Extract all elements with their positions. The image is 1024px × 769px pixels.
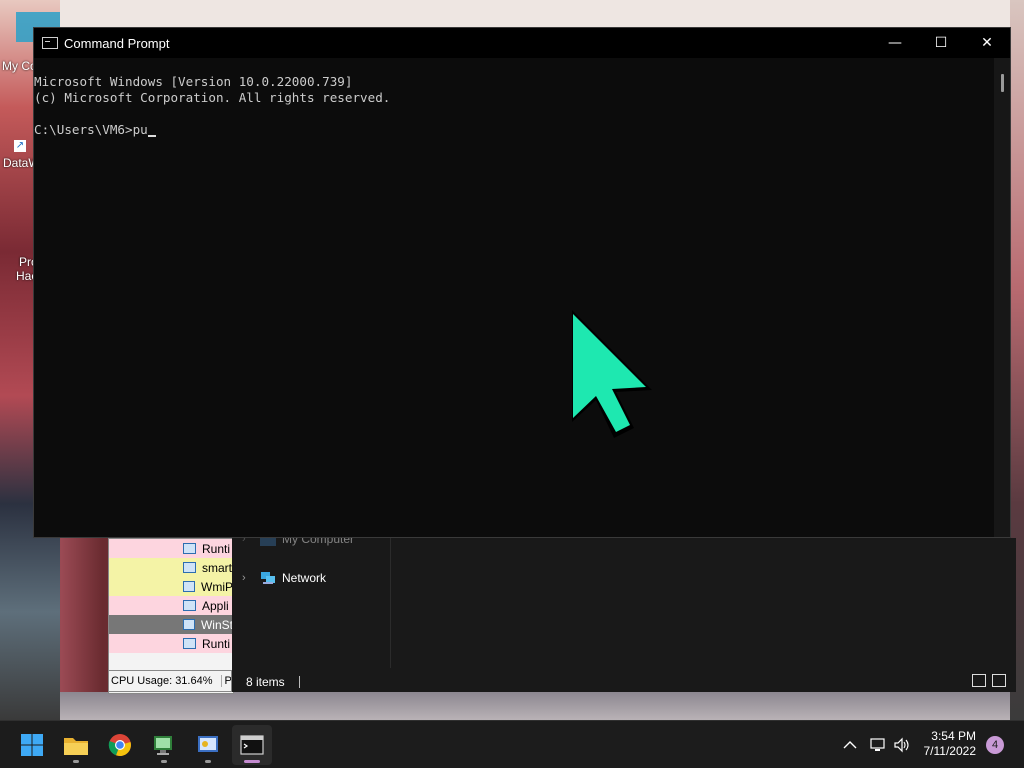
process-name: WinSt — [200, 617, 233, 632]
running-indicator — [205, 760, 211, 763]
process-icon — [183, 562, 196, 573]
process-icon — [183, 543, 196, 554]
process-icon — [183, 619, 195, 630]
command-prompt-taskbar-button[interactable] — [232, 725, 272, 765]
console-prompt-line[interactable]: C:\Users\VM6>pu — [34, 122, 994, 138]
taskbar-app-button[interactable] — [188, 725, 228, 765]
taskbar: 3:54 PM 7/11/2022 4 — [0, 720, 1024, 768]
file-explorer-button[interactable] — [56, 725, 96, 765]
console-line: (c) Microsoft Corporation. All rights re… — [34, 90, 391, 105]
process-name: smart — [202, 560, 232, 575]
process-icon — [183, 600, 196, 611]
console-output[interactable]: Microsoft Windows [Version 10.0.22000.73… — [34, 58, 994, 537]
minimize-icon: — — [888, 35, 902, 51]
running-indicator — [73, 760, 79, 763]
nav-item-network[interactable]: › Network — [242, 571, 326, 585]
gear-process-icon — [183, 581, 195, 592]
process-name: Runti — [202, 636, 231, 651]
taskbar-app-button[interactable] — [144, 725, 184, 765]
process-name: Runti — [202, 541, 231, 556]
start-button[interactable] — [12, 725, 52, 765]
running-indicator — [161, 760, 167, 763]
process-name: WmiP — [201, 579, 233, 594]
chevron-right-icon[interactable]: › — [242, 572, 260, 584]
large-icons-view-icon[interactable] — [992, 674, 1006, 687]
explorer-navigation-pane: › My Computer › Network — [232, 532, 391, 668]
network-icon — [870, 738, 885, 751]
notification-badge[interactable]: 4 — [986, 736, 1004, 754]
process-row[interactable]: Appli — [109, 596, 233, 615]
process-row[interactable]: Runti — [109, 539, 233, 558]
close-icon: ✕ — [981, 35, 993, 51]
cpu-usage-text: CPU Usage: 31.64% — [111, 675, 213, 687]
console-line: Microsoft Windows [Version 10.0.22000.73… — [34, 74, 353, 89]
title-bar[interactable]: Command Prompt — ☐ ✕ — [34, 28, 1010, 58]
prompt-input[interactable]: C:\Users\VM6>pu — [34, 122, 148, 137]
text-caret — [147, 135, 156, 137]
show-hidden-icons-button[interactable] — [840, 721, 860, 769]
clock-date: 7/11/2022 — [923, 744, 977, 758]
shortcut-arrow-icon: ↗ — [14, 140, 26, 152]
terminal-icon — [240, 735, 264, 755]
command-prompt-window[interactable]: Command Prompt — ☐ ✕ Microsoft Windows [… — [33, 27, 1011, 538]
window-title: Command Prompt — [64, 35, 170, 51]
chevron-up-icon — [843, 741, 857, 749]
close-button[interactable]: ✕ — [964, 28, 1010, 58]
status-separator — [298, 676, 300, 688]
desktop-icon-label: My Co — [2, 59, 37, 73]
vertical-scrollbar[interactable] — [994, 58, 1010, 537]
clock-time: 3:54 PM — [931, 729, 976, 743]
mouse-pointer-icon — [572, 310, 652, 438]
process-row[interactable]: smart — [109, 558, 233, 577]
process-row[interactable]: WmiP — [109, 577, 233, 596]
explorer-status-bar: 8 items — [232, 672, 1016, 692]
task-manager-status-bar: CPU Usage: 31.64% P — [108, 670, 232, 692]
active-indicator — [244, 760, 260, 763]
network-icon — [260, 571, 276, 585]
process-row[interactable]: Runti — [109, 634, 233, 653]
speaker-icon — [894, 737, 909, 753]
maximize-button[interactable]: ☐ — [918, 28, 964, 58]
chrome-button[interactable] — [100, 725, 140, 765]
network-status-button[interactable] — [868, 721, 888, 769]
windows-logo-icon — [21, 734, 43, 756]
folder-icon — [64, 738, 88, 755]
item-count: 8 items — [246, 675, 285, 689]
app-icon — [198, 736, 218, 752]
status-truncated-text: P — [220, 675, 231, 687]
wallpaper-sky — [60, 0, 1010, 30]
minimize-button[interactable]: — — [872, 28, 918, 58]
chrome-icon — [108, 734, 131, 757]
maximize-icon: ☐ — [934, 35, 948, 51]
terminal-icon — [42, 37, 58, 49]
app-icon — [154, 736, 172, 755]
details-view-icon[interactable] — [972, 674, 986, 687]
clock-button[interactable]: 3:54 PM 7/11/2022 — [924, 729, 977, 759]
process-row[interactable]: WinSt — [109, 615, 233, 634]
nav-item-label: Network — [282, 571, 327, 585]
file-explorer-window: › My Computer › Network 8 items — [232, 532, 1016, 692]
scrollbar-thumb[interactable] — [1001, 74, 1004, 92]
wallpaper-street — [60, 692, 1010, 720]
process-icon — [183, 638, 196, 649]
process-name: Appli — [202, 598, 229, 613]
view-toggle-group — [972, 674, 1006, 687]
volume-button[interactable] — [892, 721, 912, 769]
